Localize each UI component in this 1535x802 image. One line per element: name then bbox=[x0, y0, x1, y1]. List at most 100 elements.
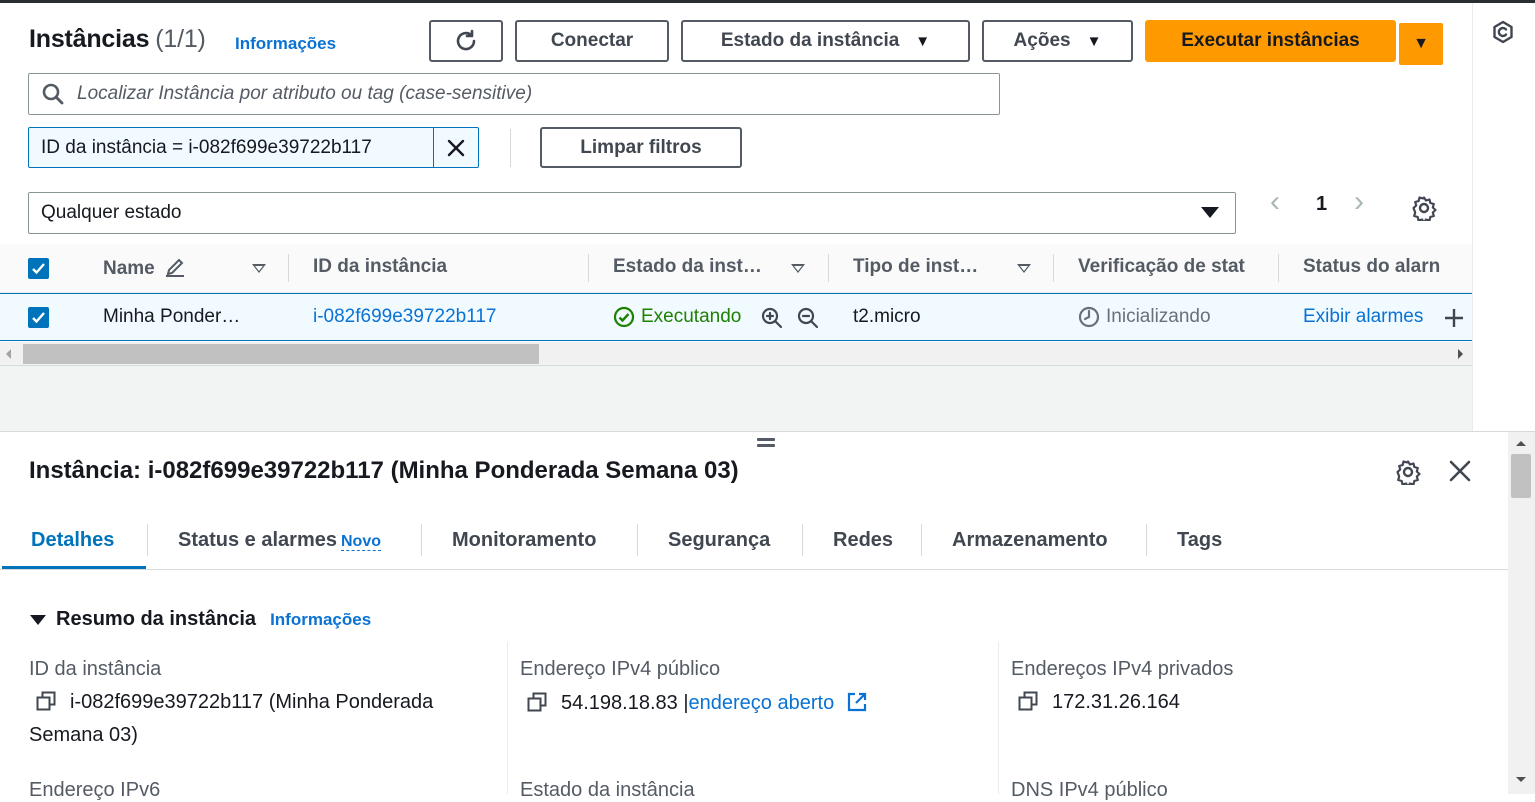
close-icon bbox=[447, 139, 465, 156]
sort-icon[interactable] bbox=[791, 264, 805, 273]
clear-filters-button[interactable]: Limpar filtros bbox=[540, 127, 742, 168]
filter-token: ID da instância = i-082f699e39722b117 bbox=[28, 127, 479, 168]
filter-token-label: ID da instância = i-082f699e39722b117 bbox=[29, 128, 435, 167]
table-row[interactable]: Minha Ponder… i-082f699e39722b117 Execut… bbox=[0, 293, 1472, 341]
tab-divider bbox=[802, 524, 803, 556]
column-header-name[interactable]: Name bbox=[103, 256, 186, 280]
cloudshell-icon[interactable] bbox=[1490, 19, 1516, 45]
copy-icon[interactable] bbox=[1018, 691, 1038, 711]
column-header-status-check[interactable]: Verificação de stat bbox=[1078, 256, 1256, 278]
launch-instances-button[interactable]: Executar instâncias bbox=[1145, 20, 1396, 62]
current-page[interactable]: 1 bbox=[1316, 193, 1327, 216]
actions-label: Ações bbox=[1013, 30, 1071, 51]
column-resizer[interactable] bbox=[288, 254, 289, 282]
cell-state: Executando bbox=[613, 306, 741, 328]
sort-icon[interactable] bbox=[1017, 264, 1031, 273]
info-link[interactable]: Informações bbox=[235, 34, 336, 54]
view-alarms-link[interactable]: Exibir alarmes bbox=[1303, 306, 1423, 328]
scroll-left-icon[interactable] bbox=[6, 349, 11, 359]
instance-summary-toggle[interactable]: Resumo da instância Informações bbox=[30, 608, 371, 631]
external-link-icon[interactable] bbox=[846, 691, 868, 713]
launch-dropdown-button[interactable]: ▼ bbox=[1399, 23, 1443, 65]
resize-handle-icon[interactable] bbox=[757, 438, 775, 450]
tab-security[interactable]: Segurança bbox=[668, 529, 770, 552]
tab-monitoring[interactable]: Monitoramento bbox=[452, 529, 596, 552]
column-resizer[interactable] bbox=[828, 254, 829, 282]
close-icon[interactable] bbox=[1448, 459, 1472, 483]
tab-divider bbox=[637, 524, 638, 556]
plus-icon[interactable] bbox=[1443, 307, 1465, 329]
column-resizer[interactable] bbox=[1053, 254, 1054, 282]
column-header-alarm[interactable]: Status do alarn bbox=[1303, 256, 1453, 278]
prev-page-button[interactable]: ‹ bbox=[1270, 185, 1280, 219]
refresh-button[interactable] bbox=[429, 20, 503, 62]
tab-storage[interactable]: Armazenamento bbox=[952, 529, 1108, 552]
open-address-link[interactable]: endereço aberto bbox=[689, 692, 835, 714]
check-circle-icon bbox=[613, 306, 635, 328]
gear-icon[interactable] bbox=[1395, 459, 1421, 485]
column-divider bbox=[998, 642, 999, 794]
actions-button[interactable]: Ações ▼ bbox=[982, 20, 1133, 62]
public-ipv4-value: 54.198.18.83 |endereço aberto bbox=[527, 691, 868, 715]
public-dns-label: DNS IPv4 público bbox=[1011, 779, 1168, 801]
zoom-out-icon[interactable] bbox=[797, 307, 819, 329]
public-ipv4-text: 54.198.18.83 | bbox=[561, 692, 689, 714]
vertical-scrollbar[interactable] bbox=[1508, 432, 1535, 794]
details-tabs: Detalhes Status e alarmes Novo Monitorame… bbox=[0, 520, 1508, 570]
column-header-state[interactable]: Estado da inst… bbox=[613, 256, 783, 278]
column-resizer[interactable] bbox=[1278, 254, 1279, 282]
tab-details[interactable]: Detalhes bbox=[31, 529, 114, 552]
tab-tags[interactable]: Tags bbox=[1177, 529, 1222, 552]
instance-id-value: i-082f699e39722b117 (Minha Ponderada bbox=[36, 691, 433, 714]
instance-state-label: Estado da instância bbox=[720, 30, 900, 51]
instance-id-link[interactable]: i-082f699e39722b117 bbox=[313, 306, 497, 328]
check-icon bbox=[32, 312, 45, 324]
tab-networking[interactable]: Redes bbox=[833, 529, 893, 552]
scroll-right-icon[interactable] bbox=[1458, 349, 1463, 359]
tab-divider bbox=[147, 524, 148, 556]
caret-down-icon bbox=[30, 614, 46, 625]
state-select[interactable]: Qualquer estado bbox=[28, 192, 1236, 234]
column-resizer[interactable] bbox=[588, 254, 589, 282]
zoom-in-icon[interactable] bbox=[761, 307, 783, 329]
scrollbar-thumb[interactable] bbox=[1511, 454, 1531, 498]
private-ipv4-label: Endereços IPv4 privados bbox=[1011, 658, 1234, 680]
launch-instances-label: Executar instâncias bbox=[1181, 30, 1360, 51]
column-divider bbox=[507, 642, 508, 794]
private-ipv4-value: 172.31.26.164 bbox=[1018, 691, 1180, 714]
copy-icon[interactable] bbox=[527, 692, 547, 712]
connect-button[interactable]: Conectar bbox=[515, 20, 669, 62]
search-input[interactable]: Localizar Instância por atributo ou tag … bbox=[28, 73, 1000, 115]
refresh-icon bbox=[456, 29, 476, 51]
details-panel: Instância: i-082f699e39722b117 (Minha Po… bbox=[0, 431, 1535, 801]
instance-id-label: ID da instância bbox=[29, 658, 162, 680]
clear-filters-label: Limpar filtros bbox=[580, 136, 702, 158]
remove-filter-button[interactable] bbox=[434, 128, 478, 167]
gear-icon[interactable] bbox=[1411, 195, 1437, 221]
active-tab-indicator bbox=[2, 566, 146, 569]
scrollbar-thumb[interactable] bbox=[23, 344, 539, 364]
next-page-button[interactable]: › bbox=[1354, 185, 1364, 219]
instance-state-button[interactable]: Estado da instância ▼ bbox=[681, 20, 970, 62]
select-all-checkbox[interactable] bbox=[28, 258, 49, 279]
column-header-instance-id[interactable]: ID da instância bbox=[313, 256, 573, 278]
check-icon bbox=[32, 263, 45, 275]
row-checkbox[interactable] bbox=[28, 307, 49, 328]
instance-id-value-continued: Semana 03) bbox=[29, 724, 138, 746]
column-name-label: Name bbox=[103, 258, 155, 279]
copy-icon[interactable] bbox=[36, 691, 56, 711]
ipv6-label: Endereço IPv6 bbox=[29, 779, 161, 801]
cell-name: Minha Ponder… bbox=[103, 306, 241, 327]
sort-icon[interactable] bbox=[252, 264, 266, 273]
search-placeholder: Localizar Instância por atributo ou tag … bbox=[77, 83, 533, 104]
tab-status-alarms-label: Status e alarmes bbox=[178, 529, 337, 551]
status-check-label: Inicializando bbox=[1106, 306, 1211, 327]
scroll-up-icon[interactable] bbox=[1516, 441, 1526, 446]
info-link[interactable]: Informações bbox=[270, 610, 371, 630]
caret-down-icon: ▼ bbox=[915, 32, 931, 50]
scroll-down-icon[interactable] bbox=[1516, 777, 1526, 782]
right-rail bbox=[1472, 3, 1535, 431]
tab-status-alarms[interactable]: Status e alarmes Novo bbox=[178, 529, 381, 552]
column-header-type[interactable]: Tipo de inst… bbox=[853, 256, 1003, 278]
horizontal-scrollbar[interactable] bbox=[0, 342, 1472, 366]
